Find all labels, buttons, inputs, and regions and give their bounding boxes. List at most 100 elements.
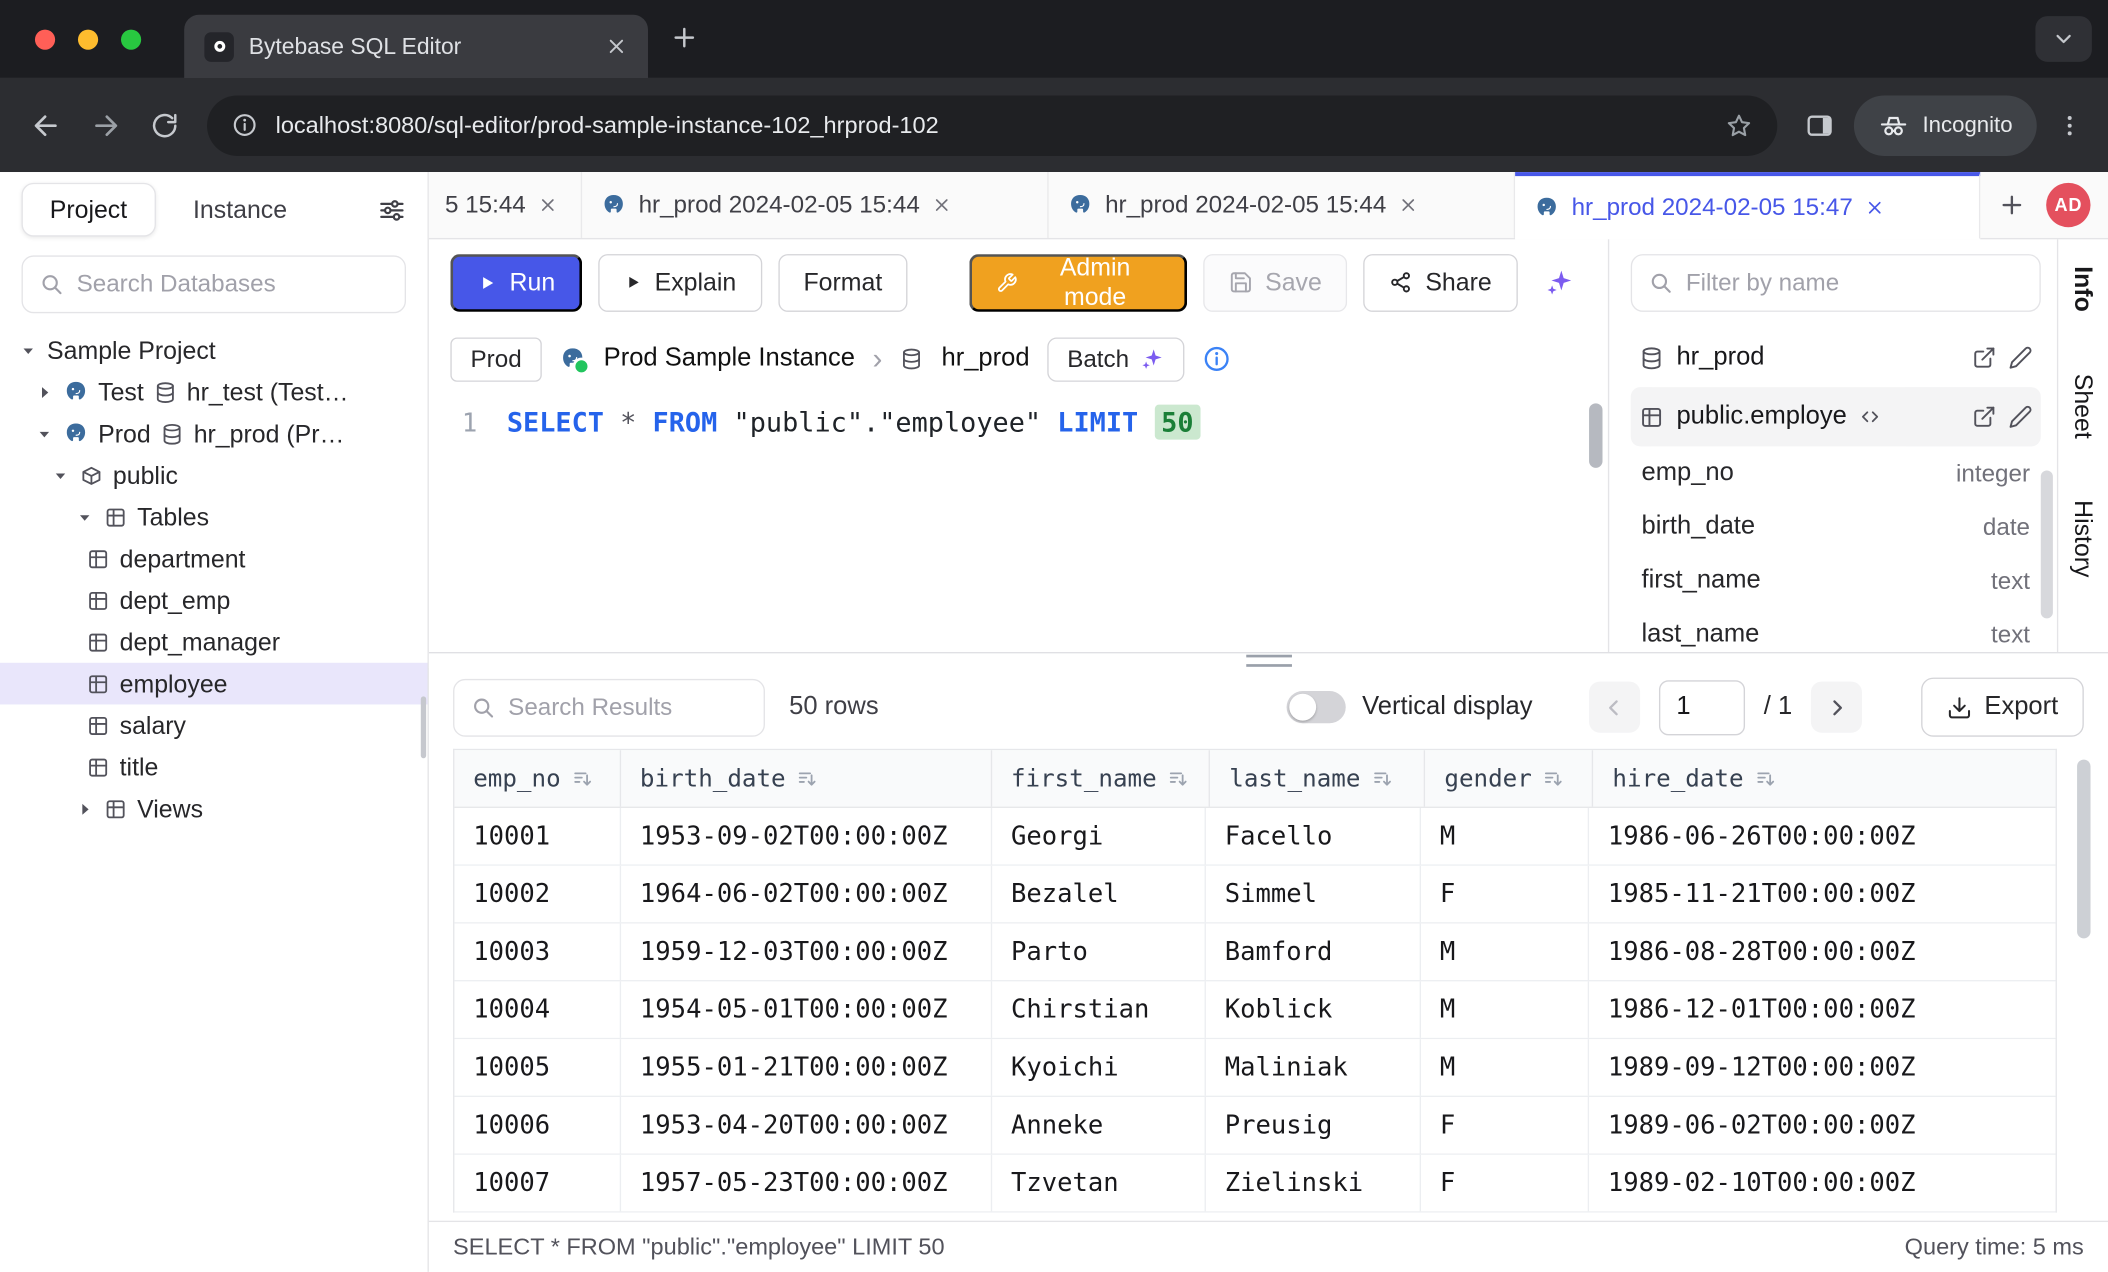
tree-item-tables-group[interactable]: Tables — [0, 496, 428, 538]
sidebar-tab-instance[interactable]: Instance — [193, 195, 287, 225]
horizontal-splitter[interactable] — [429, 652, 2108, 668]
prev-page-button[interactable] — [1589, 682, 1640, 733]
tree-item-views-group[interactable]: Views — [0, 788, 428, 830]
caret-right-icon[interactable] — [75, 799, 94, 818]
column-header[interactable]: emp_no — [454, 750, 621, 806]
editor-tab-1[interactable]: hr_prod 2024-02-05 15:44 — [582, 172, 1049, 238]
editor-scrollbar[interactable] — [1589, 403, 1602, 468]
schema-database-row[interactable]: hr_prod — [1631, 328, 2041, 387]
tab-close-icon[interactable] — [1398, 195, 1418, 215]
environment-chip[interactable]: Prod — [450, 337, 541, 381]
window-zoom-button[interactable] — [121, 30, 141, 50]
results-search[interactable] — [453, 678, 765, 736]
tree-item-prod-db[interactable]: Prod hr_prod (Pr… — [0, 413, 428, 455]
schema-filter-input[interactable] — [1686, 269, 2023, 297]
window-minimize-button[interactable] — [78, 30, 98, 50]
table-row[interactable]: 100071957-05-23T00:00:00ZTzvetanZielinsk… — [454, 1155, 2055, 1213]
ai-assist-button[interactable] — [1533, 254, 1586, 310]
page-number-input[interactable] — [1659, 680, 1745, 735]
edit-icon[interactable] — [2009, 405, 2033, 429]
tab-close-icon[interactable] — [932, 195, 952, 215]
column-row[interactable]: first_name text — [1631, 554, 2041, 608]
tab-sheet[interactable]: Sheet — [2068, 374, 2098, 439]
next-page-button[interactable] — [1811, 682, 1862, 733]
edit-icon[interactable] — [2009, 346, 2033, 370]
browser-tab[interactable]: Bytebase SQL Editor — [184, 15, 648, 78]
tree-item-department[interactable]: department — [0, 538, 428, 580]
instance-name[interactable]: Prod Sample Instance — [604, 344, 855, 374]
window-close-button[interactable] — [35, 30, 55, 50]
column-row[interactable]: emp_no integer — [1631, 446, 2041, 500]
tree-item-salary[interactable]: salary — [0, 704, 428, 746]
info-circle-icon[interactable] — [1202, 344, 1232, 374]
column-header[interactable]: first_name — [992, 750, 1210, 806]
new-query-tab-button[interactable] — [1980, 172, 2042, 238]
side-panel-button[interactable] — [1804, 110, 1835, 141]
external-link-icon[interactable] — [1972, 346, 1996, 370]
tree-item-dept-manager[interactable]: dept_manager — [0, 621, 428, 663]
column-header[interactable]: gender — [1426, 750, 1594, 806]
tree-item-sample-project[interactable]: Sample Project — [0, 329, 428, 371]
tab-close-icon[interactable] — [538, 195, 558, 215]
run-button[interactable]: Run — [450, 253, 582, 311]
sort-icon[interactable] — [571, 767, 594, 790]
database-search[interactable] — [22, 255, 406, 313]
caret-down-icon[interactable] — [75, 508, 94, 527]
share-button[interactable]: Share — [1364, 253, 1518, 311]
format-button[interactable]: Format — [778, 253, 908, 311]
tab-info[interactable]: Info — [2068, 266, 2098, 312]
tree-item-employee[interactable]: employee — [0, 663, 428, 705]
database-search-input[interactable] — [77, 270, 389, 298]
sort-icon[interactable] — [1543, 767, 1566, 790]
forward-button[interactable] — [75, 95, 134, 154]
table-row[interactable]: 100041954-05-01T00:00:00ZChirstianKoblic… — [454, 981, 2055, 1039]
tab-history[interactable]: History — [2068, 500, 2098, 577]
schema-filter[interactable] — [1631, 254, 2041, 312]
editor-tab-0[interactable]: 5 15:44 — [429, 172, 582, 238]
url-text[interactable]: localhost:8080/sql-editor/prod-sample-in… — [276, 111, 1708, 139]
table-row[interactable]: 100031959-12-03T00:00:00ZPartoBamfordM19… — [454, 924, 2055, 982]
column-header[interactable]: last_name — [1210, 750, 1425, 806]
tree-item-test-db[interactable]: Test hr_test (Test… — [0, 371, 428, 413]
splitter-grip-icon[interactable] — [1246, 655, 1292, 667]
caret-right-icon[interactable] — [35, 382, 54, 401]
tab-list-button[interactable] — [2035, 16, 2091, 62]
external-link-icon[interactable] — [1972, 405, 1996, 429]
code-icon[interactable] — [1859, 406, 1881, 428]
sidebar-tab-project[interactable]: Project — [22, 183, 156, 237]
column-header[interactable]: hire_date — [1594, 750, 2056, 806]
results-scrollbar[interactable] — [2077, 760, 2090, 939]
back-button[interactable] — [16, 95, 75, 154]
table-row[interactable]: 100021964-06-02T00:00:00ZBezalelSimmelF1… — [454, 866, 2055, 924]
caret-down-icon[interactable] — [19, 341, 38, 360]
new-tab-button[interactable] — [670, 23, 700, 53]
sort-icon[interactable] — [1371, 767, 1394, 790]
column-row[interactable]: last_name text — [1631, 608, 2041, 652]
tree-item-schema-public[interactable]: public — [0, 454, 428, 496]
site-info-icon[interactable] — [231, 112, 258, 139]
admin-mode-button[interactable]: Admin mode — [970, 253, 1188, 311]
sort-icon[interactable] — [1167, 767, 1190, 790]
schema-scrollbar[interactable] — [2041, 471, 2053, 619]
vertical-display-toggle[interactable] — [1287, 691, 1346, 723]
sort-icon[interactable] — [796, 767, 819, 790]
url-bar[interactable]: localhost:8080/sql-editor/prod-sample-in… — [207, 95, 1777, 155]
export-button[interactable]: Export — [1921, 678, 2084, 737]
tree-item-dept-emp[interactable]: dept_emp — [0, 579, 428, 621]
editor-tab-2[interactable]: hr_prod 2024-02-05 15:44 — [1049, 172, 1516, 238]
tree-item-title[interactable]: title — [0, 746, 428, 788]
database-name[interactable]: hr_prod — [941, 344, 1029, 374]
explain-button[interactable]: Explain — [598, 253, 762, 311]
results-search-input[interactable] — [508, 693, 747, 721]
caret-down-icon[interactable] — [51, 466, 70, 485]
sidebar-settings-button[interactable] — [378, 196, 406, 224]
save-button[interactable]: Save — [1203, 253, 1347, 311]
user-avatar[interactable]: AD — [2046, 183, 2090, 227]
browser-menu-button[interactable] — [2056, 111, 2084, 139]
tab-close-icon[interactable] — [1865, 197, 1885, 217]
tab-close-icon[interactable] — [605, 35, 628, 58]
caret-down-icon[interactable] — [35, 424, 54, 443]
sidebar-resize-handle[interactable] — [421, 696, 426, 758]
column-row[interactable]: birth_date date — [1631, 500, 2041, 554]
bookmark-star-icon[interactable] — [1725, 111, 1753, 139]
